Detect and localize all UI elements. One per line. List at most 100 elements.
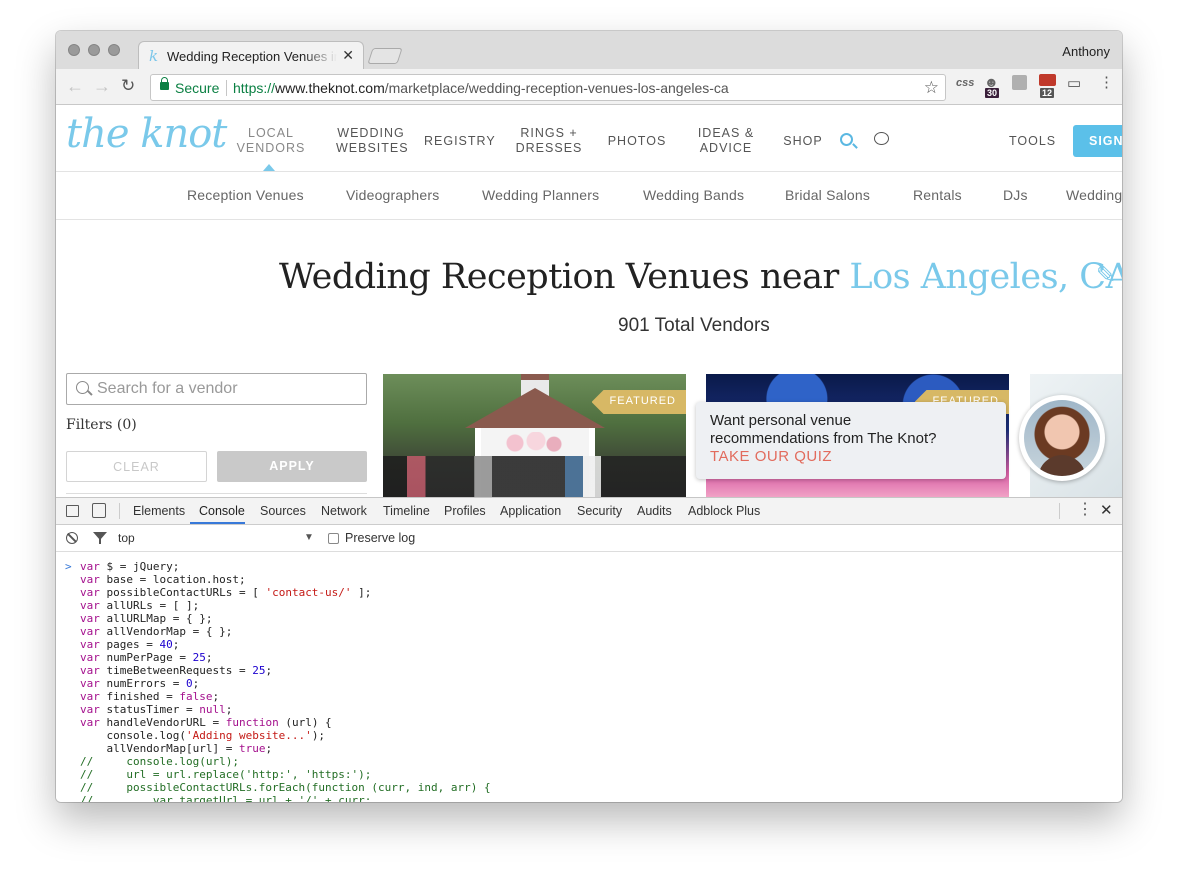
preserve-log-label[interactable]: Preserve log bbox=[345, 531, 415, 545]
cast-icon[interactable]: ▭ bbox=[1067, 74, 1081, 92]
gazebo-roof bbox=[465, 388, 605, 428]
chat-icon[interactable] bbox=[874, 132, 889, 145]
context-selector[interactable]: top bbox=[118, 531, 135, 545]
subnav-videographers[interactable]: Videographers bbox=[346, 187, 439, 203]
console-code-line: var numErrors = 0; bbox=[80, 677, 200, 690]
browser-window: k Wedding Reception Venues in Los Angele… bbox=[56, 31, 1122, 802]
tab-network[interactable]: Network bbox=[321, 504, 367, 518]
the-knot-logo[interactable]: the knot bbox=[66, 111, 227, 157]
console-code-line: allVendorMap[url] = true; bbox=[80, 742, 273, 755]
tab-sources[interactable]: Sources bbox=[260, 504, 306, 518]
tab-profiles[interactable]: Profiles bbox=[444, 504, 486, 518]
subnav-reception-venues[interactable]: Reception Venues bbox=[187, 187, 304, 203]
new-tab-button[interactable] bbox=[367, 48, 403, 64]
nav-label: RINGS + bbox=[520, 126, 578, 140]
nav-ideas-advice[interactable]: IDEAS & ADVICE bbox=[691, 126, 761, 156]
preserve-log-checkbox[interactable] bbox=[328, 533, 339, 544]
css-extension-icon[interactable]: css bbox=[956, 77, 974, 89]
minimize-window-button[interactable] bbox=[88, 44, 100, 56]
search-icon bbox=[76, 381, 89, 394]
subnav-wedding[interactable]: Wedding bbox=[1066, 187, 1122, 203]
tab-title: Wedding Reception Venues in Los Angeles,… bbox=[167, 49, 337, 64]
nav-label: WEBSITES bbox=[336, 141, 409, 155]
console-code-line: var allURLs = [ ]; bbox=[80, 599, 200, 612]
edit-location-icon[interactable]: ✎ bbox=[1096, 261, 1116, 290]
site-header: the knot LOCAL VENDORS WEDDING WEBSITES … bbox=[56, 106, 1122, 172]
filters-label[interactable]: Filters (0) bbox=[66, 417, 137, 433]
clear-filters-button[interactable]: CLEAR bbox=[66, 451, 207, 482]
zoom-window-button[interactable] bbox=[108, 44, 120, 56]
honey-extension-icon[interactable] bbox=[1012, 75, 1027, 90]
sign-up-button[interactable]: SIGN bbox=[1073, 125, 1122, 157]
nav-rings-dresses[interactable]: RINGS + DRESSES bbox=[514, 126, 584, 156]
browser-tab-active[interactable]: k Wedding Reception Venues in Los Angele… bbox=[138, 41, 364, 70]
devtools-menu-icon[interactable]: ⋮ bbox=[1077, 502, 1093, 518]
nav-label: LOCAL bbox=[248, 126, 294, 140]
chevron-down-icon[interactable]: ▼ bbox=[304, 532, 314, 543]
url-scheme: https:// bbox=[233, 80, 276, 96]
inspect-element-icon[interactable] bbox=[66, 505, 79, 517]
reload-icon[interactable]: ↻ bbox=[121, 77, 135, 95]
divider bbox=[119, 503, 120, 519]
filter-icon[interactable] bbox=[93, 532, 107, 544]
tab-elements[interactable]: Elements bbox=[133, 504, 185, 518]
tab-application[interactable]: Application bbox=[500, 504, 561, 518]
forward-icon[interactable]: → bbox=[93, 77, 111, 95]
subnav-bridal-salons[interactable]: Bridal Salons bbox=[785, 187, 870, 203]
page-title-location[interactable]: Los Angeles, CA bbox=[849, 257, 1122, 297]
gazebo-flowers bbox=[503, 432, 563, 454]
devtools-close-icon[interactable]: ✕ bbox=[1100, 501, 1113, 519]
search-icon[interactable] bbox=[840, 133, 853, 146]
vendor-search-input[interactable] bbox=[97, 379, 357, 399]
apply-filters-button[interactable]: APPLY bbox=[217, 451, 367, 482]
menu-icon[interactable]: ⋮ bbox=[1099, 73, 1114, 91]
nav-photos[interactable]: PHOTOS bbox=[602, 134, 672, 149]
vendor-search-box[interactable] bbox=[66, 373, 367, 405]
subnav-rentals[interactable]: Rentals bbox=[913, 187, 962, 203]
nav-wedding-websites[interactable]: WEDDING WEBSITES bbox=[336, 126, 409, 156]
console-code-line: var possibleContactURLs = [ 'contact-us/… bbox=[80, 586, 372, 599]
nav-label: WEDDING bbox=[337, 126, 405, 140]
vendor-count: 901 Total Vendors bbox=[618, 315, 770, 336]
console-prompt-icon: > bbox=[65, 560, 72, 573]
url-divider bbox=[226, 80, 227, 96]
console-code-line: var handleVendorURL = function (url) { bbox=[80, 716, 332, 729]
tools-link[interactable]: TOOLS bbox=[1009, 134, 1056, 148]
close-window-button[interactable] bbox=[68, 44, 80, 56]
console-code-line: var timeBetweenRequests = 25; bbox=[80, 664, 273, 677]
nav-local-vendors[interactable]: LOCAL VENDORS bbox=[236, 126, 306, 156]
tab-console[interactable]: Console bbox=[199, 504, 245, 518]
divider bbox=[1059, 503, 1060, 519]
browser-toolbar: ← → ↻ Secure https://www.theknot.com/mar… bbox=[56, 69, 1122, 105]
subnav-wedding-bands[interactable]: Wedding Bands bbox=[643, 187, 744, 203]
star-icon[interactable]: ☆ bbox=[924, 78, 939, 98]
clear-console-icon[interactable] bbox=[66, 532, 78, 544]
adblock-extension-icon[interactable] bbox=[1039, 74, 1056, 86]
console-code-line: var $ = jQuery; bbox=[80, 560, 180, 573]
tab-close-icon[interactable]: ✕ bbox=[342, 47, 354, 64]
device-toolbar-icon[interactable] bbox=[92, 503, 106, 518]
address-bar[interactable]: Secure https://www.theknot.com/marketpla… bbox=[150, 74, 946, 101]
tab-audits[interactable]: Audits bbox=[637, 504, 672, 518]
back-icon[interactable]: ← bbox=[66, 77, 84, 95]
tab-adblock-plus[interactable]: Adblock Plus bbox=[688, 504, 760, 518]
tab-security[interactable]: Security bbox=[577, 504, 622, 518]
lock-icon bbox=[160, 77, 169, 90]
vendor-card-gazebo[interactable]: FEATURED bbox=[383, 374, 686, 498]
take-quiz-link[interactable]: TAKE OUR QUIZ bbox=[710, 448, 992, 466]
advisor-photo bbox=[1024, 400, 1100, 476]
console-output[interactable]: > var $ = jQuery; var base = location.hos… bbox=[56, 552, 1122, 802]
advisor-avatar[interactable] bbox=[1019, 395, 1105, 481]
tab-timeline[interactable]: Timeline bbox=[383, 504, 430, 518]
url-text[interactable]: https://www.theknot.com/marketplace/wedd… bbox=[233, 80, 729, 96]
console-code-line: var allURLMap = { }; bbox=[80, 612, 213, 625]
nav-label: IDEAS & bbox=[697, 126, 755, 140]
profile-name[interactable]: Anthony bbox=[1062, 44, 1110, 59]
subnav-djs[interactable]: DJs bbox=[1003, 187, 1028, 203]
nav-registry[interactable]: REGISTRY bbox=[424, 134, 495, 149]
page-title: Wedding Reception Venues near Los Angele… bbox=[279, 257, 1122, 297]
console-code[interactable]: var $ = jQuery; var base = location.host;… bbox=[80, 560, 491, 802]
nav-shop[interactable]: SHOP bbox=[778, 134, 828, 149]
console-code-line: // console.log(url); bbox=[80, 755, 239, 768]
subnav-wedding-planners[interactable]: Wedding Planners bbox=[482, 187, 599, 203]
